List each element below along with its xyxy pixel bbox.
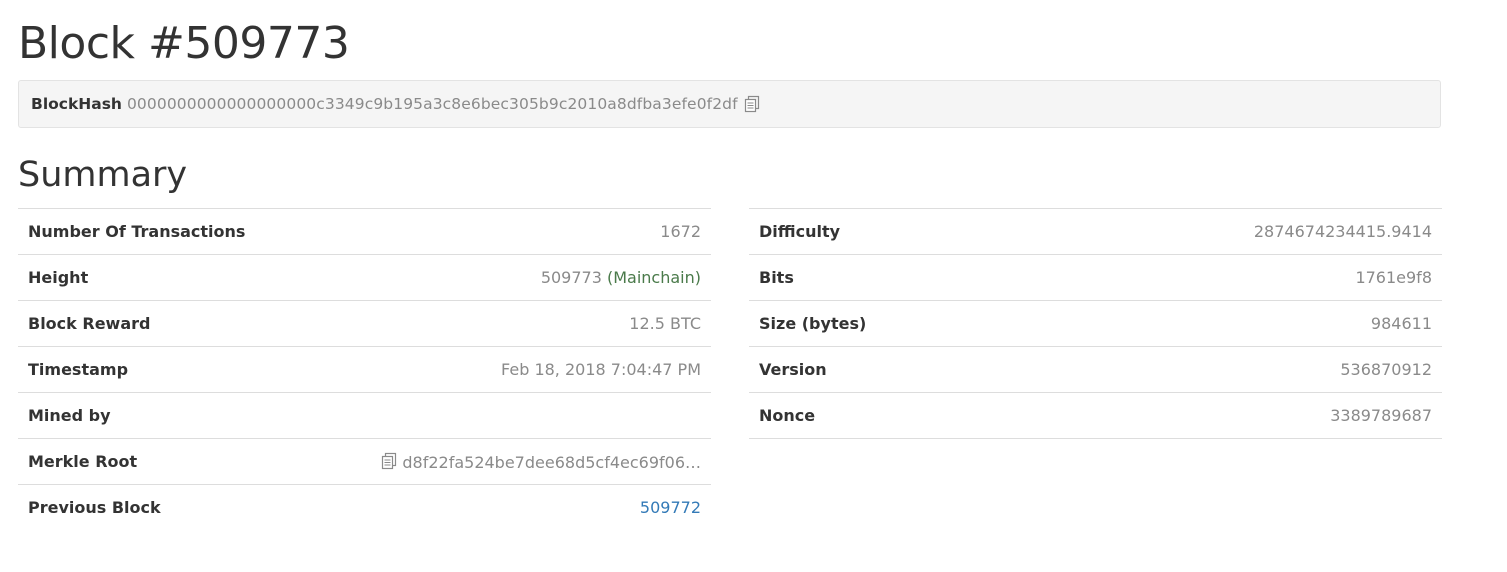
row-value: 3389789687 <box>1020 392 1442 439</box>
previous-block-cell: 509772 <box>302 484 711 530</box>
row-value: 12.5 BTC <box>302 300 711 347</box>
row-label: Merkle Root <box>18 438 303 485</box>
table-row: Timestamp Feb 18, 2018 7:04:47 PM <box>18 346 711 393</box>
row-value: 984611 <box>1020 300 1442 347</box>
row-label: Number Of Transactions <box>18 208 303 255</box>
row-label: Timestamp <box>18 346 303 393</box>
merkle-root-cell: d8f22fa524be7dee68d5cf4ec69f06… <box>302 438 711 485</box>
block-hash-value[interactable]: 0000000000000000000c3349c9b195a3c8e6bec3… <box>127 95 738 113</box>
row-label: Size (bytes) <box>749 300 1021 347</box>
previous-block-link[interactable]: 509772 <box>640 498 701 517</box>
table-row: Bits 1761e9f8 <box>749 254 1442 301</box>
row-label: Previous Block <box>18 484 303 530</box>
table-row: Size (bytes) 984611 <box>749 300 1442 347</box>
summary-table-right: Difficulty 2874674234415.9414 Bits 1761e… <box>749 208 1442 439</box>
row-label: Bits <box>749 254 1021 301</box>
row-label: Mined by <box>18 392 303 439</box>
block-hash-panel: BlockHash 0000000000000000000c3349c9b195… <box>18 80 1441 128</box>
height-value: 509773 <box>540 268 602 287</box>
table-row: Number Of Transactions 1672 <box>18 208 711 255</box>
table-row: Difficulty 2874674234415.9414 <box>749 208 1442 255</box>
row-label: Block Reward <box>18 300 303 347</box>
page-title: Block #509773 <box>18 18 350 69</box>
table-row: Nonce 3389789687 <box>749 392 1442 439</box>
row-value: 2874674234415.9414 <box>1020 208 1442 255</box>
merkle-root-value[interactable]: d8f22fa524be7dee68d5cf4ec69f06… <box>402 453 701 472</box>
mainchain-label: (Mainchain) <box>606 268 701 287</box>
copy-icon[interactable] <box>380 452 398 470</box>
summary-heading: Summary <box>18 155 188 195</box>
summary-table-left: Number Of Transactions 1672 Height 50977… <box>18 208 711 530</box>
row-value: 1672 <box>302 208 711 255</box>
height-value-cell: 509773 (Mainchain) <box>302 254 711 301</box>
table-row: Version 536870912 <box>749 346 1442 393</box>
table-row: Height 509773 (Mainchain) <box>18 254 711 301</box>
table-row: Merkle Root d8f22fa524be7dee68d5cf4ec69f… <box>18 438 711 485</box>
table-row: Mined by <box>18 392 711 439</box>
row-value <box>302 392 711 439</box>
row-value: 536870912 <box>1020 346 1442 393</box>
row-value: 1761e9f8 <box>1020 254 1442 301</box>
row-label: Version <box>749 346 1021 393</box>
copy-icon[interactable] <box>743 95 761 113</box>
row-value: Feb 18, 2018 7:04:47 PM <box>302 346 711 393</box>
block-hash-label: BlockHash <box>31 95 122 113</box>
table-row: Block Reward 12.5 BTC <box>18 300 711 347</box>
row-label: Height <box>18 254 303 301</box>
row-label: Difficulty <box>749 208 1021 255</box>
row-label: Nonce <box>749 392 1021 439</box>
table-row: Previous Block 509772 <box>18 484 711 530</box>
